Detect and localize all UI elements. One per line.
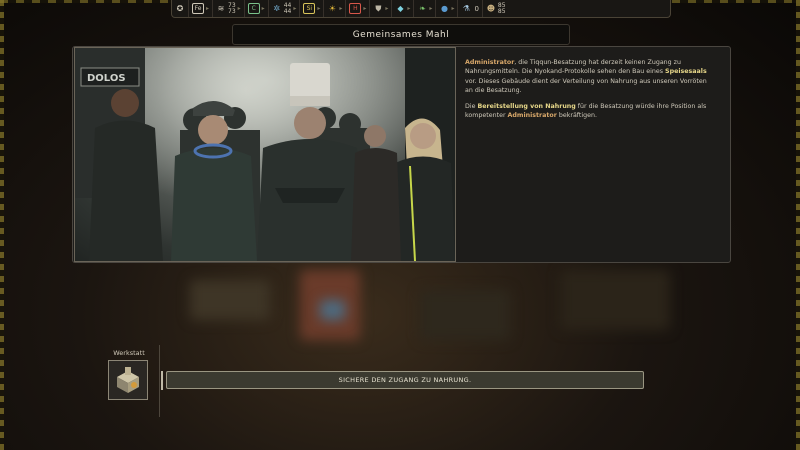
crew-illustration: DOLOS xyxy=(75,48,455,261)
arrow-icon: ▸ xyxy=(206,5,210,12)
dolos-sign: DOLOS xyxy=(87,73,126,84)
arrow-icon: ▸ xyxy=(317,5,321,12)
divider-line xyxy=(159,345,160,417)
resource-chemistry[interactable]: ⚗ 0 xyxy=(458,0,483,17)
resource-crystal[interactable]: ◆ ▸ xyxy=(392,0,415,17)
text-segment: vor. Dieses Gebäude dient der Verteilung… xyxy=(465,77,707,95)
description-paragraph-2: Die Bereitstellung von Nahrung für die B… xyxy=(465,102,715,121)
highlight-speisesaal: Speisesaals xyxy=(665,68,707,76)
population-icon: ☻ xyxy=(486,3,496,13)
resource-population[interactable]: ☻ 85 85 xyxy=(483,0,509,17)
arrow-icon: ▸ xyxy=(407,5,411,12)
resource-cargo[interactable]: ⛊ ▸ xyxy=(370,0,393,17)
resource-components[interactable]: C ▸ xyxy=(245,0,269,17)
workshop-label: Werkstatt xyxy=(113,349,145,357)
h-icon: H xyxy=(349,3,362,14)
arrow-icon: ▸ xyxy=(451,5,455,12)
workshop-button[interactable] xyxy=(108,360,148,400)
resource-materials[interactable]: ≋ 73 73 ▸ xyxy=(213,0,245,17)
resource-health[interactable]: H ▸ xyxy=(346,0,371,17)
c-icon: C xyxy=(247,3,260,14)
stack-icon: ≋ xyxy=(217,3,225,13)
gear-icon: ✲ xyxy=(273,3,281,13)
choice-marker xyxy=(161,371,163,390)
chemistry-value: 0 xyxy=(474,4,479,13)
choice-secure-food-button[interactable]: SICHERE DEN ZUGANG ZU NAHRUNG. xyxy=(166,371,644,389)
text-segment: bekräftigen. xyxy=(556,112,597,120)
event-illustration: DOLOS xyxy=(74,47,456,262)
materials-capacity: 73 xyxy=(228,7,236,15)
workshop-icon xyxy=(117,367,139,393)
arrow-icon: ▸ xyxy=(237,5,241,12)
leaf-icon: ❧ xyxy=(419,3,426,13)
drop-icon: ● xyxy=(440,3,448,13)
sun-icon: ☀ xyxy=(328,3,336,13)
hazard-stripe-right xyxy=(796,0,800,450)
highlight-administrator: Administrator xyxy=(465,59,515,66)
resource-bio[interactable]: ❧ ▸ xyxy=(414,0,437,17)
text-segment: Die xyxy=(465,102,478,110)
faction-emblem[interactable]: ✪ xyxy=(172,0,189,17)
crystal-icon: ◆ xyxy=(397,3,404,13)
highlight-administrator: Administrator xyxy=(507,112,557,120)
highlight-bereitstellung: Bereitstellung von Nahrung xyxy=(477,102,576,110)
machine-parts-capacity: 44 xyxy=(283,7,292,15)
event-title: Gemeinsames Mahl xyxy=(232,24,570,45)
arrow-icon: ▸ xyxy=(385,5,389,12)
arrow-icon: ▸ xyxy=(293,5,297,12)
arrow-icon: ▸ xyxy=(429,5,433,12)
si-icon: Si xyxy=(303,3,316,14)
description-paragraph-1: Administrator, die Tiqqun-Besatzung hat … xyxy=(465,58,715,96)
resource-machine-parts[interactable]: ✲ 44 44 ▸ xyxy=(269,0,301,17)
flask-icon: ⚗ xyxy=(462,3,471,13)
resource-water[interactable]: ● ▸ xyxy=(436,0,459,17)
arrow-icon: ▸ xyxy=(261,5,265,12)
resource-silicon[interactable]: Si ▸ xyxy=(300,0,325,17)
resource-iron[interactable]: Fe ▸ xyxy=(189,0,214,17)
fe-icon: Fe xyxy=(192,3,204,14)
event-description: Administrator, die Tiqqun-Besatzung hat … xyxy=(465,58,715,126)
resource-energy[interactable]: ☀ ▸ xyxy=(324,0,347,17)
arrow-icon: ▸ xyxy=(339,5,343,12)
sack-icon: ⛊ xyxy=(375,3,382,13)
arrow-icon: ▸ xyxy=(363,5,367,12)
population-capacity: 85 xyxy=(497,7,506,15)
emblem-icon: ✪ xyxy=(176,3,184,13)
hazard-stripe-left xyxy=(0,0,4,450)
resource-bar: ✪ Fe ▸ ≋ 73 73 ▸ C ▸ ✲ 44 44 ▸ Si ▸ ☀ ▸ H … xyxy=(171,0,671,18)
